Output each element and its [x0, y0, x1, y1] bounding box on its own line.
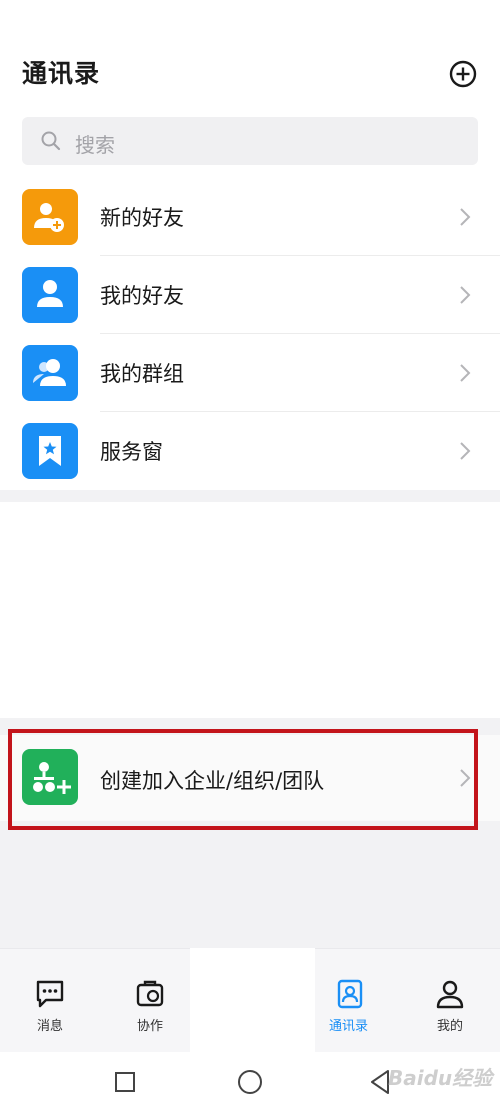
- search-placeholder: 搜索: [75, 133, 115, 157]
- menu-item-my-groups[interactable]: 我的群组: [0, 334, 500, 412]
- tab-label: 我的: [437, 1019, 464, 1034]
- circle-plus-icon: [449, 60, 477, 88]
- menu-item-label: 服务窗: [100, 440, 163, 464]
- tab-label: 消息: [37, 1019, 64, 1034]
- tab-label: 协作: [137, 1019, 164, 1034]
- tab-bar-gap: [190, 948, 315, 1052]
- add-button[interactable]: [448, 59, 478, 89]
- tab-label: 通讯录: [329, 1019, 369, 1034]
- menu-item-label: 我的好友: [100, 284, 184, 308]
- watermark: Baidu经验: [388, 1066, 493, 1090]
- person-add-icon: [22, 189, 78, 245]
- menu-item-my-friends[interactable]: 我的好友: [0, 256, 500, 334]
- circle-icon[interactable]: [237, 1069, 263, 1095]
- chevron-right-icon: [460, 286, 471, 304]
- header: 通讯录: [0, 0, 500, 110]
- message-icon: [36, 980, 64, 1008]
- tab-messages[interactable]: 消息: [0, 948, 100, 1052]
- contacts-icon: [337, 979, 363, 1009]
- search-bar[interactable]: 搜索: [22, 117, 478, 165]
- menu-item-label: 我的群组: [100, 362, 184, 386]
- chevron-right-icon: [460, 442, 471, 460]
- section-separator: [0, 490, 500, 502]
- tab-profile[interactable]: 我的: [400, 948, 500, 1052]
- menu-item-label: 新的好友: [100, 206, 184, 230]
- contacts-menu: 新的好友 我的好友 我的群组 服务窗: [0, 178, 500, 490]
- highlight-annotation-box: [8, 729, 478, 830]
- menu-item-service-window[interactable]: 服务窗: [0, 412, 500, 490]
- square-icon[interactable]: [114, 1071, 136, 1093]
- person-icon: [22, 267, 78, 323]
- page-title: 通讯录: [22, 59, 101, 88]
- tab-contacts[interactable]: 通讯录: [315, 948, 385, 1052]
- chevron-right-icon: [460, 364, 471, 382]
- tab-collaborate[interactable]: 协作: [100, 948, 200, 1052]
- chevron-right-icon: [460, 208, 471, 226]
- search-icon: [41, 131, 61, 151]
- group-icon: [22, 345, 78, 401]
- collaborate-icon: [136, 980, 164, 1007]
- profile-icon: [436, 980, 464, 1009]
- menu-item-new-friends[interactable]: 新的好友: [0, 178, 500, 256]
- bookmark-star-icon: [22, 423, 78, 479]
